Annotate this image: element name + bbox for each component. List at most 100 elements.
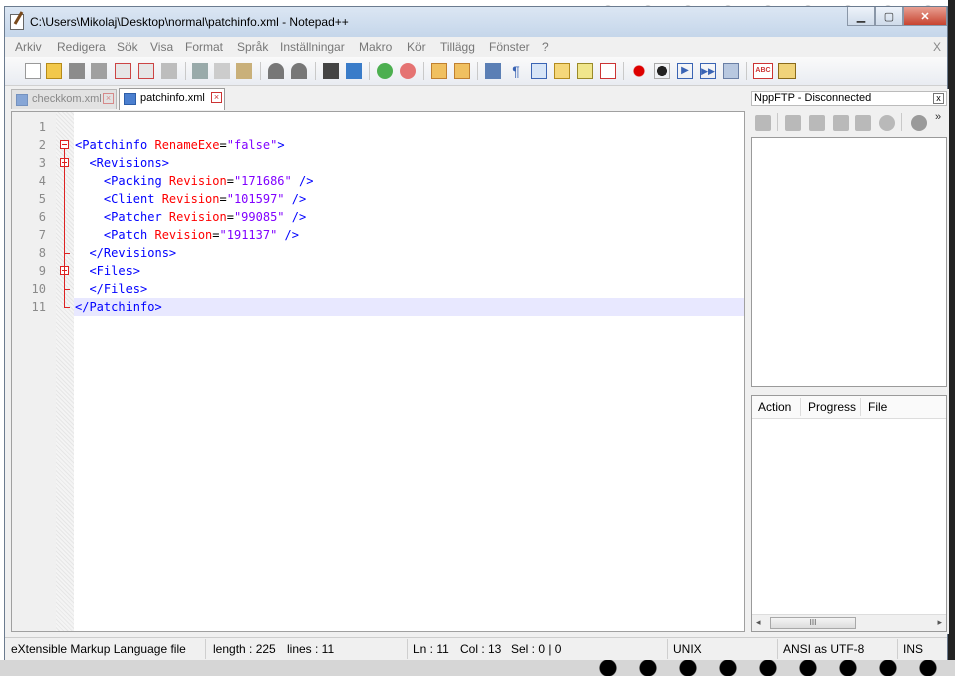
menu-help[interactable]: ?	[542, 40, 549, 54]
title-bar[interactable]: C:\Users\Mikolaj\Desktop\normal\patchinf…	[5, 7, 947, 37]
code-line[interactable]: 1	[12, 118, 744, 136]
column-progress[interactable]: Progress	[808, 400, 856, 414]
code-line[interactable]: 3 <Revisions>	[12, 154, 744, 172]
close-tab-icon[interactable]: ×	[211, 92, 222, 103]
code-line[interactable]: 8 </Revisions>	[12, 244, 744, 262]
scroll-thumb[interactable]: III	[770, 617, 856, 629]
fold-guide	[64, 289, 70, 290]
code-line[interactable]: 5 <Client Revision="101597" />	[12, 190, 744, 208]
close-panel-icon[interactable]: x	[933, 93, 944, 104]
download-icon[interactable]	[809, 115, 825, 131]
indent-guide-icon[interactable]	[531, 63, 547, 79]
zoom-in-icon[interactable]	[377, 63, 393, 79]
close-all-icon[interactable]	[138, 63, 154, 79]
spell-check-icon[interactable]: ABC	[753, 63, 773, 79]
ftp-queue-list[interactable]: Action Progress File ◂ III ▸	[751, 395, 947, 632]
open-file-icon[interactable]	[46, 63, 62, 79]
fold-toggle-icon[interactable]	[60, 140, 69, 149]
menu-sprak[interactable]: Språk	[237, 40, 268, 54]
paste-icon[interactable]	[236, 63, 252, 79]
sync-vertical-icon[interactable]	[431, 63, 447, 79]
code-editor[interactable]: 1 2 <Patchinfo RenameExe="false"> 3 <Revisi…	[11, 111, 745, 632]
line-number: 2	[38, 138, 46, 152]
stop-macro-icon[interactable]	[654, 63, 670, 79]
refresh-icon[interactable]	[855, 115, 871, 131]
save-icon[interactable]	[69, 63, 85, 79]
toolbar-separator	[369, 62, 370, 80]
word-wrap-icon[interactable]	[485, 63, 501, 79]
zoom-out-icon[interactable]	[400, 63, 416, 79]
save-all-icon[interactable]	[91, 63, 107, 79]
new-file-icon[interactable]	[25, 63, 41, 79]
close-file-icon[interactable]	[115, 63, 131, 79]
connect-icon[interactable]	[755, 115, 771, 131]
code-line[interactable]: 6 <Patcher Revision="99085" />	[12, 208, 744, 226]
user-lang-icon[interactable]	[554, 63, 570, 79]
replace-icon[interactable]	[346, 63, 362, 79]
settings-gear-icon[interactable]	[911, 115, 927, 131]
close-document-x[interactable]: X	[933, 40, 941, 54]
doc-map-icon[interactable]	[577, 63, 593, 79]
upload-icon[interactable]	[833, 115, 849, 131]
status-encoding: ANSI as UTF-8	[783, 642, 865, 656]
overflow-chevron-icon[interactable]: »	[935, 111, 941, 123]
column-divider[interactable]	[860, 398, 861, 416]
nppftp-icon[interactable]	[778, 63, 796, 79]
undo-icon[interactable]	[268, 63, 284, 79]
menu-makro[interactable]: Makro	[359, 40, 392, 54]
queue-horizontal-scrollbar[interactable]: ◂ III ▸	[752, 614, 946, 631]
code-text: <Revisions>	[75, 154, 169, 172]
function-list-icon[interactable]	[600, 63, 616, 79]
code-line[interactable]: 2 <Patchinfo RenameExe="false">	[12, 136, 744, 154]
sync-horizontal-icon[interactable]	[454, 63, 470, 79]
tab-patchinfo[interactable]: patchinfo.xml ×	[119, 88, 225, 110]
menu-format[interactable]: Format	[185, 40, 223, 54]
xml-tag-token: <Patchinfo	[75, 138, 155, 152]
menu-visa[interactable]: Visa	[150, 40, 173, 54]
notepadpp-app-icon[interactable]	[10, 14, 24, 30]
menu-tillagg[interactable]: Tillägg	[440, 40, 475, 54]
menu-arkiv[interactable]: Arkiv	[15, 40, 42, 54]
column-divider[interactable]	[800, 398, 801, 416]
close-tab-icon[interactable]: ×	[103, 93, 114, 104]
cut-icon[interactable]	[192, 63, 208, 79]
nppftp-toolbar: »	[751, 109, 947, 135]
menu-redigera[interactable]: Redigera	[57, 40, 106, 54]
menu-sok[interactable]: Sök	[117, 40, 138, 54]
xml-tag-token: <Patcher	[75, 210, 169, 224]
scroll-left-icon[interactable]: ◂	[756, 617, 761, 628]
show-all-chars-icon[interactable]: ¶	[508, 63, 524, 79]
save-macro-icon[interactable]	[723, 63, 739, 79]
xml-val-token: "191137"	[219, 228, 278, 242]
maximize-button[interactable]: ▢	[875, 7, 903, 26]
menu-kor[interactable]: Kör	[407, 40, 426, 54]
close-window-button[interactable]: ✕	[903, 7, 947, 26]
line-number: 4	[38, 174, 46, 188]
code-line[interactable]: 4 <Packing Revision="171686" />	[12, 172, 744, 190]
run-macro-multiple-icon[interactable]: ▶▶	[700, 63, 716, 79]
code-line[interactable]: 7 <Patch Revision="191137" />	[12, 226, 744, 244]
code-line[interactable]: 11 </Patchinfo>	[12, 298, 744, 316]
minimize-button[interactable]: ▁	[847, 7, 875, 26]
abort-icon[interactable]	[879, 115, 895, 131]
find-icon[interactable]	[323, 63, 339, 79]
play-macro-icon[interactable]: ▶	[677, 63, 693, 79]
xml-tag-token: <Revisions>	[75, 156, 169, 170]
code-line[interactable]: 10 </Files>	[12, 280, 744, 298]
print-icon[interactable]	[161, 63, 177, 79]
tab-checkkom[interactable]: checkkom.xml ×	[11, 89, 117, 109]
column-action[interactable]: Action	[758, 400, 791, 414]
status-divider	[205, 639, 206, 659]
copy-icon[interactable]	[214, 63, 230, 79]
open-dir-icon[interactable]	[785, 115, 801, 131]
menu-fonster[interactable]: Fönster	[489, 40, 530, 54]
record-macro-icon[interactable]	[631, 63, 647, 79]
line-number: 10	[31, 282, 46, 296]
redo-icon[interactable]	[291, 63, 307, 79]
code-line[interactable]: 9 <Files>	[12, 262, 744, 280]
menu-installningar[interactable]: Inställningar	[280, 40, 345, 54]
code-text: <Patchinfo RenameExe="false">	[75, 136, 285, 154]
scroll-right-icon[interactable]: ▸	[937, 617, 942, 628]
ftp-file-tree[interactable]	[751, 137, 947, 387]
column-file[interactable]: File	[868, 400, 887, 414]
